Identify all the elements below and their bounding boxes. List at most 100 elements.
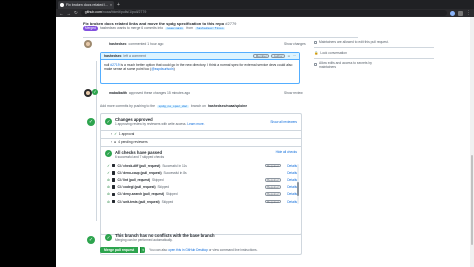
divider xyxy=(314,57,434,58)
merge-actions: Merge pull request ▾ You can also open t… xyxy=(100,247,258,253)
mention-link[interactable]: @sspdsurlsoln xyxy=(151,67,173,71)
approved-status-icon: ✓ xyxy=(87,118,95,126)
pending-count: 4 pending reviewers xyxy=(118,140,148,144)
chevron-right-icon: › xyxy=(111,132,113,136)
checkbox-icon[interactable] xyxy=(314,40,317,44)
event-author[interactable]: hashedsec xyxy=(109,42,127,46)
sidebar-item-allow-edits[interactable]: Allow edits and access to secrets by mai… xyxy=(314,60,434,69)
url-field[interactable]: github.com/noaa/bkmit/pulls/1/pull/2779 xyxy=(80,10,447,16)
comment-text: null xyxy=(104,63,110,67)
check-row: ⊘ CI / lint (pull_request) Skipped Requi… xyxy=(107,176,297,183)
show-all-reviewers-link[interactable]: Show all reviewers xyxy=(270,120,297,124)
ci-app-icon xyxy=(111,178,116,182)
hint-text: branch on xyxy=(190,104,206,108)
back-icon[interactable]: ← xyxy=(59,11,64,16)
base-branch[interactable]: noaa:main xyxy=(165,26,185,30)
check-row: ⊘ CI / unit-tests (pull_request) Skipped… xyxy=(107,198,297,205)
details-link[interactable]: Details xyxy=(283,192,297,196)
required-badge: Required xyxy=(264,178,281,182)
sidebar-item-label: Lock conversation xyxy=(320,50,347,55)
comment-text: make sense at some point too xyxy=(104,67,150,72)
comment-header: hashedsec left a comment Member Author ☺… xyxy=(101,53,299,60)
details-link[interactable]: Details xyxy=(283,171,297,175)
timeline-line xyxy=(96,61,97,221)
ci-app-icon xyxy=(111,185,116,189)
pending-reviewers-row[interactable]: › ● 4 pending reviewers xyxy=(101,139,301,147)
required-badge: Required xyxy=(264,163,281,168)
comment-body: null #2719 is a much better option that … xyxy=(104,63,293,72)
hide-all-checks-link[interactable]: Hide all checks xyxy=(276,150,297,154)
sidebar-item-lock[interactable]: 🔒 Lock conversation xyxy=(314,50,434,56)
show-review-link[interactable]: Show review xyxy=(284,91,303,95)
approval-count-row[interactable]: › ✓ 1 approval xyxy=(101,131,301,139)
timeline-event: hashedsec commented 1 hour ago xyxy=(109,42,163,46)
check-row: ⊘ CI / deny-search (pull_request) Skippe… xyxy=(107,191,297,198)
learn-more-link[interactable]: Learn more. xyxy=(187,122,204,126)
close-tab-icon[interactable]: × xyxy=(110,3,112,7)
tab-bar: Fix broken docs related l... × + xyxy=(56,0,474,9)
skip-icon: ⊘ xyxy=(107,199,110,204)
more-options-icon[interactable]: ··· xyxy=(293,54,296,58)
extension-icon[interactable] xyxy=(450,10,455,16)
merge-method-dropdown[interactable]: ▾ xyxy=(140,247,146,253)
merge-pull-request-button[interactable]: Merge pull request xyxy=(100,247,139,253)
hint-text: Add more commits by pushing to the xyxy=(100,104,156,108)
details-link[interactable]: Details xyxy=(283,164,297,168)
sidebar-item-maintainers[interactable]: Maintainers are allowed to edit this pul… xyxy=(314,39,434,45)
member-badge: Member xyxy=(253,54,270,58)
pr-number: #2779 xyxy=(225,21,237,26)
comment-link[interactable]: #2719 xyxy=(110,63,119,67)
hint-branch[interactable]: spdg_no_spec_doc xyxy=(157,104,189,108)
github-favicon-icon xyxy=(60,3,64,7)
open-desktop-link[interactable]: open this in GitHub Desktop xyxy=(168,248,208,252)
checks-passed-icon: ✓ xyxy=(105,150,112,157)
status-badge: Merged xyxy=(83,26,98,31)
forward-icon[interactable]: → xyxy=(67,11,72,16)
check-name: CI / lint (pull_request) xyxy=(117,177,151,182)
avatar[interactable] xyxy=(84,89,92,97)
details-link[interactable]: Details xyxy=(283,200,297,204)
avatar[interactable] xyxy=(84,40,92,48)
check-name: CI / deny-search (pull_request) xyxy=(117,192,165,197)
check-list: ✓ CI / check-diff (pull_request) Success… xyxy=(107,162,297,205)
checkbox-icon[interactable] xyxy=(314,63,317,66)
details-link[interactable]: Details xyxy=(283,178,297,182)
checks-scrollbar[interactable] xyxy=(297,164,299,204)
from-text: from xyxy=(186,26,194,31)
browser-window: Fix broken docs related l... × + ← → ↻ g… xyxy=(56,0,474,267)
new-tab-button[interactable]: + xyxy=(117,1,120,9)
required-badge: Required xyxy=(264,199,281,204)
event-text: commented 1 hour ago xyxy=(128,42,164,46)
reload-icon[interactable]: ↻ xyxy=(74,10,78,16)
comment-meta: left a comment xyxy=(123,54,146,58)
event-author[interactable]: mabalbalth xyxy=(109,91,127,95)
page-scrollbar[interactable] xyxy=(470,17,474,267)
check-icon: ✓ xyxy=(107,163,110,168)
head-branch[interactable]: hashedsec:fixes xyxy=(195,26,226,30)
show-changes-link[interactable]: Show changes xyxy=(284,42,306,46)
browser-tab[interactable]: Fix broken docs related l... × xyxy=(58,1,114,9)
details-link[interactable]: Details xyxy=(283,185,297,189)
browser-menu-icon[interactable]: ⋮ xyxy=(466,10,471,16)
approval-section: ✓ Changes approved 1 approving review by… xyxy=(101,114,301,131)
check-name: CI / deno-coup (pull_request) xyxy=(117,170,162,175)
event-text: approved these changes 15 minutes ago xyxy=(128,91,191,95)
hint-repo[interactable]: hashedsec/noaa/sploine xyxy=(208,104,247,108)
lock-icon: 🔒 xyxy=(314,50,319,55)
check-desc: Skipped xyxy=(152,177,164,182)
check-name: CI / unit-tests (pull_request) xyxy=(117,199,160,204)
conflicts-sub: Merging can be performed automatically. xyxy=(115,238,173,242)
profile-icon[interactable] xyxy=(458,10,463,16)
check-row: ✓ CI / deno-coup (pull_request) Successf… xyxy=(107,169,297,176)
skip-icon: ⊘ xyxy=(107,185,110,190)
checks-scroll-thumb[interactable] xyxy=(297,182,299,196)
ci-app-icon xyxy=(111,199,116,204)
check-name: CI / codegl (pull_request) xyxy=(117,185,156,190)
author-badge: Author xyxy=(271,54,286,58)
page-scroll-thumb[interactable] xyxy=(471,155,473,245)
checks-sub: 6 successful and 7 skipped checks xyxy=(115,155,165,159)
person-icon: ● xyxy=(114,140,117,144)
chevron-right-icon: › xyxy=(111,140,113,144)
comment-author[interactable]: hashedsec xyxy=(104,54,122,58)
smiley-icon[interactable]: ☺ xyxy=(287,54,290,58)
